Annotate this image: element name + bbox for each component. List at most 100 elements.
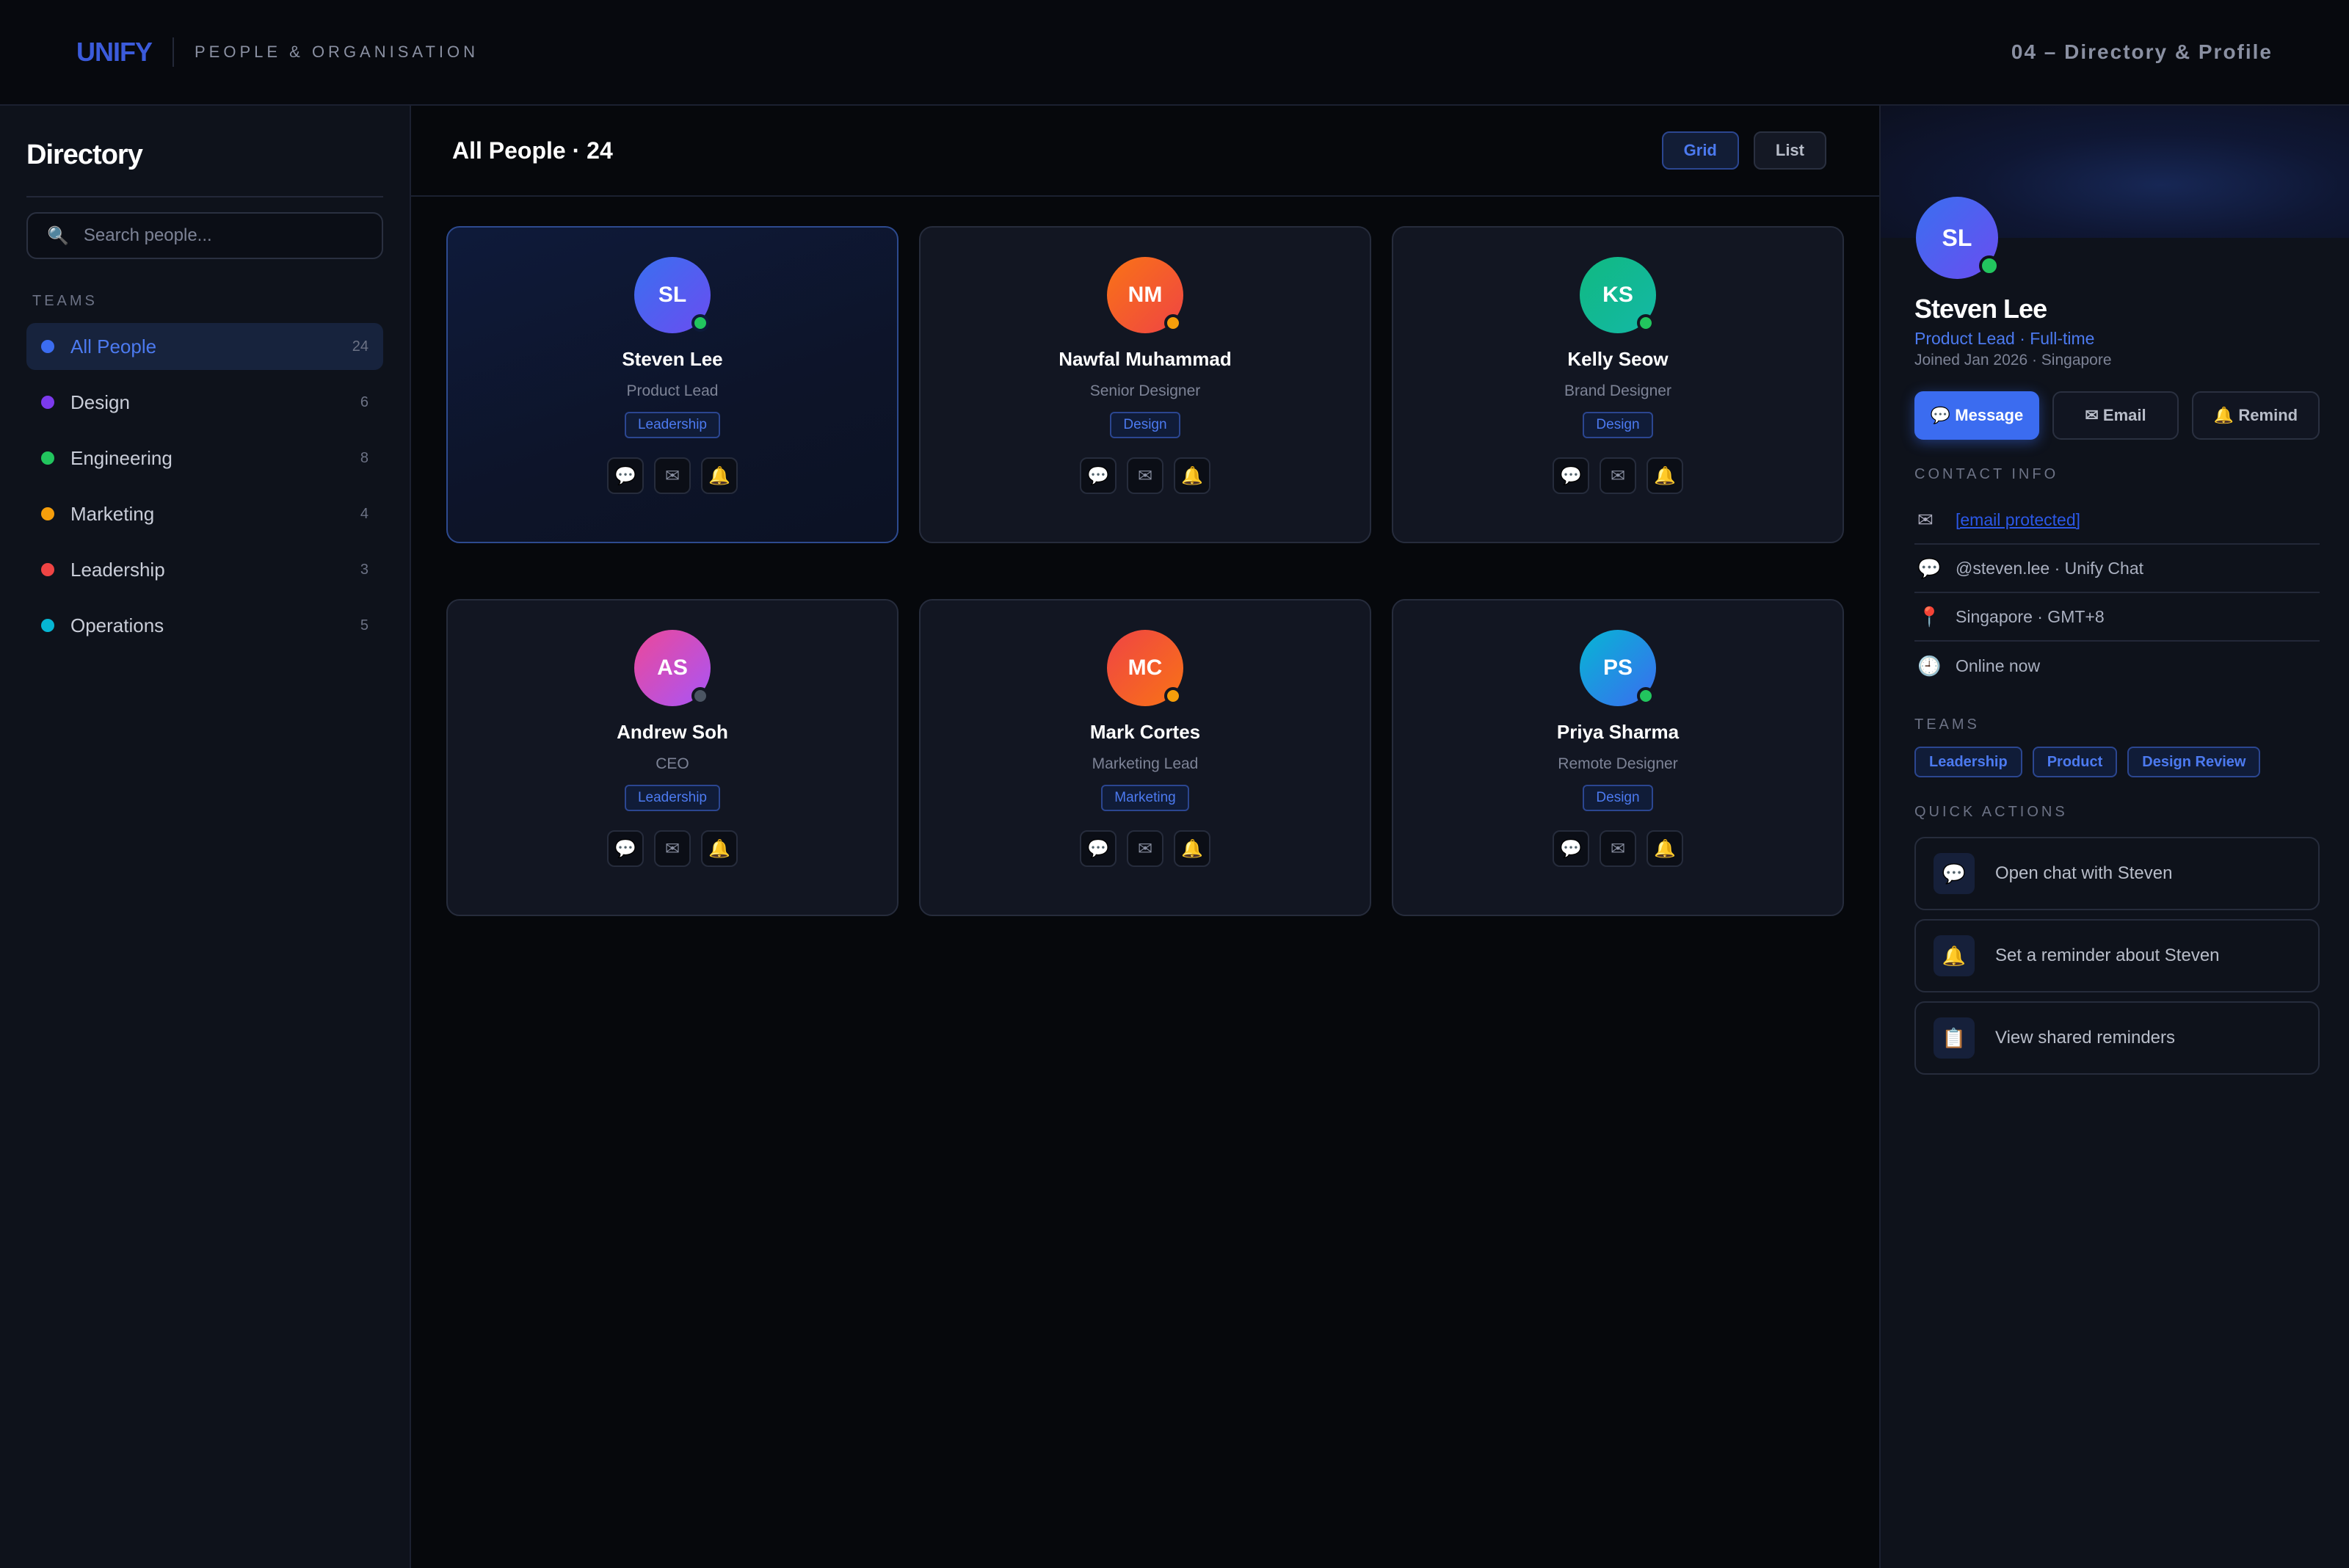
- view-toggle: Grid List: [1661, 131, 1826, 170]
- team-tag: Leadership: [624, 785, 721, 811]
- status-dot: [1637, 314, 1655, 332]
- sidebar-item-design[interactable]: Design 6: [26, 379, 383, 426]
- quick-actions-label: QUICK ACTIONS: [1914, 804, 2068, 820]
- remind-button[interactable]: 🔔 Remind: [2192, 391, 2320, 440]
- bell-icon[interactable]: 🔔: [1174, 830, 1210, 867]
- top-bar: UNIFY PEOPLE & ORGANISATION 04 – Directo…: [0, 0, 2349, 106]
- quick-action-label: Open chat with Steven: [1995, 863, 2173, 883]
- team-dot: [41, 619, 54, 632]
- person-card[interactable]: PS Priya Sharma Remote Designer Design 💬…: [1392, 599, 1844, 916]
- avatar-initials: KS: [1602, 283, 1633, 307]
- avatar-initials: MC: [1128, 656, 1163, 680]
- email-icon[interactable]: ✉: [1600, 830, 1636, 867]
- avatar: KS: [1580, 257, 1656, 333]
- team-tag-product[interactable]: Product: [2032, 747, 2118, 777]
- profile-avatar-initials: SL: [1942, 224, 1972, 251]
- contact-location-row: 📍 Singapore · GMT+8: [1914, 593, 2320, 642]
- person-name: Priya Sharma: [1556, 721, 1680, 743]
- location-text: Singapore · GMT+8: [1956, 606, 2105, 626]
- team-dot: [41, 563, 54, 576]
- bell-icon[interactable]: 🔔: [701, 457, 738, 494]
- person-card[interactable]: SL Steven Lee Product Lead Leadership 💬 …: [446, 226, 898, 543]
- page-title: All People · 24: [452, 137, 613, 164]
- email-icon[interactable]: ✉: [1600, 457, 1636, 494]
- status-dot: [691, 314, 709, 332]
- sidebar-item-engineering[interactable]: Engineering 8: [26, 435, 383, 482]
- bell-icon[interactable]: 🔔: [701, 830, 738, 867]
- email-icon[interactable]: ✉: [654, 830, 691, 867]
- email-icon[interactable]: ✉: [654, 457, 691, 494]
- person-role: Remote Designer: [1558, 755, 1678, 772]
- card-actions: 💬 ✉ 🔔: [607, 457, 738, 494]
- person-card[interactable]: KS Kelly Seow Brand Designer Design 💬 ✉ …: [1392, 226, 1844, 543]
- teams-label: TEAMS: [32, 293, 98, 309]
- brand-logo[interactable]: UNIFY: [76, 37, 153, 68]
- contact-list: ✉ [email protected] 💬 @steven.lee · Unif…: [1914, 496, 2320, 690]
- clock-icon: 🕘: [1917, 654, 1942, 677]
- person-card[interactable]: AS Andrew Soh CEO Leadership 💬 ✉ 🔔: [446, 599, 898, 916]
- avatar: NM: [1107, 257, 1183, 333]
- team-name: Design: [70, 391, 130, 413]
- team-tag: Marketing: [1101, 785, 1189, 811]
- quick-action-view-reminders[interactable]: 📋 View shared reminders: [1914, 1001, 2320, 1075]
- profile-actions: 💬 Message ✉ Email 🔔 Remind: [1914, 391, 2320, 440]
- email-link[interactable]: [email protected]: [1956, 510, 2080, 530]
- bell-icon[interactable]: 🔔: [1647, 830, 1683, 867]
- sidebar-title: Directory: [26, 139, 383, 197]
- search-input[interactable]: [83, 225, 363, 246]
- profile-team-tags: Leadership Product Design Review: [1914, 747, 2320, 777]
- sidebar-item-all-people[interactable]: All People 24: [26, 323, 383, 370]
- avatar: SL: [634, 257, 711, 333]
- team-tag-leadership[interactable]: Leadership: [1914, 747, 2022, 777]
- person-name: Nawfal Muhammad: [1059, 348, 1232, 370]
- clipboard-icon: 📋: [1934, 1017, 1975, 1059]
- avatar: PS: [1580, 630, 1656, 706]
- person-role: CEO: [656, 755, 689, 772]
- email-button[interactable]: ✉ Email: [2052, 391, 2179, 440]
- team-dot: [41, 507, 54, 520]
- person-role: Product Lead: [626, 382, 719, 399]
- avatar-initials: SL: [658, 283, 687, 307]
- quick-action-set-reminder[interactable]: 🔔 Set a reminder about Steven: [1914, 919, 2320, 992]
- main-header: All People · 24 Grid List: [411, 106, 1879, 197]
- card-actions: 💬 ✉ 🔔: [607, 830, 738, 867]
- email-icon[interactable]: ✉: [1127, 830, 1163, 867]
- person-card[interactable]: NM Nawfal Muhammad Senior Designer Desig…: [919, 226, 1371, 543]
- team-count: 24: [352, 338, 368, 355]
- avatar-initials: PS: [1602, 656, 1633, 680]
- team-tag: Leadership: [624, 412, 721, 438]
- team-name: Operations: [70, 614, 164, 636]
- person-name: Steven Lee: [622, 348, 723, 370]
- search-icon: 🔍: [47, 225, 69, 246]
- bell-icon[interactable]: 🔔: [1174, 457, 1210, 494]
- status-dot: [1164, 687, 1182, 705]
- team-dot: [41, 396, 54, 409]
- sidebar-item-marketing[interactable]: Marketing 4: [26, 490, 383, 537]
- sidebar-item-leadership[interactable]: Leadership 3: [26, 546, 383, 593]
- sidebar: Directory 🔍 TEAMS All People 24 Design 6…: [0, 106, 411, 1568]
- grid-view-button[interactable]: Grid: [1661, 131, 1739, 170]
- chat-icon[interactable]: 💬: [1080, 457, 1117, 494]
- chat-icon[interactable]: 💬: [607, 830, 644, 867]
- bell-icon: 🔔: [1934, 935, 1975, 976]
- search-box[interactable]: 🔍: [26, 212, 383, 259]
- card-actions: 💬 ✉ 🔔: [1553, 457, 1683, 494]
- chat-icon[interactable]: 💬: [1080, 830, 1117, 867]
- card-actions: 💬 ✉ 🔔: [1080, 830, 1210, 867]
- chat-icon[interactable]: 💬: [1553, 830, 1589, 867]
- email-icon[interactable]: ✉: [1127, 457, 1163, 494]
- chat-icon[interactable]: 💬: [1553, 457, 1589, 494]
- message-button[interactable]: 💬 Message: [1914, 391, 2039, 440]
- list-view-button[interactable]: List: [1753, 131, 1826, 170]
- team-tag-design-review[interactable]: Design Review: [2127, 747, 2261, 777]
- team-name: All People: [70, 335, 157, 357]
- chat-icon[interactable]: 💬: [607, 457, 644, 494]
- sidebar-item-operations[interactable]: Operations 5: [26, 602, 383, 649]
- team-count: 8: [360, 449, 368, 466]
- person-card[interactable]: MC Mark Cortes Marketing Lead Marketing …: [919, 599, 1371, 916]
- chat-icon: 💬: [1934, 853, 1975, 894]
- quick-action-open-chat[interactable]: 💬 Open chat with Steven: [1914, 837, 2320, 910]
- bell-icon[interactable]: 🔔: [1647, 457, 1683, 494]
- contact-email-row: ✉ [email protected]: [1914, 496, 2320, 545]
- avatar-initials: NM: [1128, 283, 1163, 307]
